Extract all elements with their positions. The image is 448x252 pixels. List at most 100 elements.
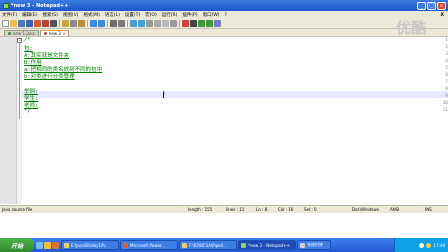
save-all-icon[interactable] [26,20,33,27]
status-eol: Dos\Windows [352,207,379,212]
code-line: b:对类进行分类管理 [24,74,75,80]
editor-area[interactable]: - 1 2 3 4 5 6 7 8 9 10 11 /* 包: A:其实就是文件… [0,36,448,204]
paste-icon[interactable] [78,20,85,27]
record-macro-icon[interactable] [182,20,189,27]
unsaved-icon [43,32,47,35]
window-controls: _ □ x [417,1,446,10]
menu-view[interactable]: 视图(V) [63,12,79,18]
volume-icon[interactable] [426,242,432,248]
taskbar-item-powerpoint[interactable]: Microsoft Power... [120,240,178,250]
close-button[interactable]: x [437,1,446,10]
status-encoding: ANSI [390,207,400,212]
start-button[interactable]: 开始 [0,238,34,252]
current-line-highlight [22,91,448,98]
indent-guide-icon[interactable] [170,20,177,27]
mouse-cursor-icon: I [163,90,165,97]
toolbar-separator [59,20,60,27]
print-icon[interactable] [50,20,57,27]
taskbar-item-notepad[interactable]: *new 3 - Notepad++ [238,240,296,250]
menu-edit[interactable]: 编辑(E) [22,12,37,18]
task-label: Microsoft Power... [130,242,166,248]
play-macro-icon[interactable] [198,20,205,27]
minimize-button[interactable]: _ [417,1,426,10]
show-desktop-icon[interactable] [36,241,43,249]
toolbar-separator [127,20,128,27]
menu-search[interactable]: 搜索(S) [42,12,57,18]
close-all-icon[interactable] [42,20,49,27]
title-bar: *new 3 - Notepad++ _ □ x [0,0,448,11]
zoom-out-icon[interactable] [138,20,145,27]
line-number: 4 [445,59,448,64]
status-filetype: Java source file [2,207,33,212]
open-file-icon[interactable] [10,20,17,27]
menu-file[interactable]: 文件(F) [2,12,17,18]
task-label: F:\02\BCSA\Pipeli... [189,242,227,248]
sync-scroll-icon[interactable] [146,20,153,27]
code-line: /* [24,37,31,43]
redo-icon[interactable] [98,20,105,27]
window-title: *new 3 - Notepad++ [11,2,69,9]
toolbar-separator [87,20,88,27]
find-icon[interactable] [110,20,117,27]
powerpoint-icon [123,242,128,248]
document-tabs: new 1.java new 3 x [0,29,448,36]
fold-guide [19,42,20,119]
undo-icon[interactable] [90,20,97,27]
line-number: 9 [445,94,448,99]
save-icon[interactable] [18,20,25,27]
new-file-icon[interactable] [2,20,9,27]
line-number: 5 [445,66,448,71]
stop-macro-icon[interactable] [190,20,197,27]
taskbar-item-explorer[interactable]: E:\JavaSE\day10\... [61,240,119,250]
tray-clock[interactable]: 17:49 [433,243,445,248]
folder-icon [182,242,187,248]
line-number: 11 [442,108,448,113]
menu-bar: 文件(F) 编辑(E) 搜索(S) 视图(V) 格式(M) 语言(L) 设置(T… [0,11,448,19]
menu-macro[interactable]: 宏(O) [145,12,157,18]
code-line: */ [24,108,31,114]
close-file-icon[interactable] [34,20,41,27]
run-macro-multiple-icon[interactable] [206,20,213,27]
menu-window[interactable]: 窗口(W) [203,12,220,18]
show-all-chars-icon[interactable] [162,20,169,27]
wrap-icon[interactable] [154,20,161,27]
status-col: Col : 16 [278,207,294,212]
media-icon[interactable] [52,241,59,249]
taskbar-item-folder[interactable]: F:\02\BCSA\Pipeli... [179,240,237,250]
toolbar-separator [179,20,180,27]
menu-help[interactable]: ? [225,13,227,18]
close-document-icon[interactable]: X [441,13,444,18]
maximize-button[interactable]: □ [427,1,436,10]
system-tray: 17:49 [394,238,448,252]
menu-format[interactable]: 格式(M) [83,12,99,18]
quick-launch [36,241,59,249]
menu-language[interactable]: 语言(L) [105,12,120,18]
network-icon[interactable] [419,242,425,248]
save-macro-icon[interactable] [214,20,221,27]
clock-app-icon [300,242,305,248]
status-sel: Sel : 0 [304,207,317,212]
status-mode: INS [425,207,432,212]
copy-icon[interactable] [70,20,77,27]
taskbar-item-clock[interactable]: 系统时钟 [297,240,331,250]
line-number-gutter [0,37,17,204]
line-number: 1 [445,38,448,43]
menu-settings[interactable]: 设置(T) [125,12,140,18]
replace-icon[interactable] [118,20,125,27]
saved-icon [8,32,11,35]
youku-watermark: 优酷 [396,19,427,37]
zoom-in-icon[interactable] [130,20,137,27]
toolbar-separator [107,20,108,27]
task-label: 系统时钟 [307,242,323,247]
menu-plugins[interactable]: 插件(P) [182,12,197,18]
task-label: E:\JavaSE\day10\... [71,242,109,248]
status-bar: Java source file length : 155 lines : 11… [0,205,448,213]
notepad-plus-plus-icon [241,242,246,248]
menu-run[interactable]: 运行(R) [162,12,178,18]
task-label: *new 3 - Notepad++ [248,242,290,248]
notepad-plus-plus-icon [3,2,9,9]
cut-icon[interactable] [62,20,69,27]
line-number: 6 [445,73,448,78]
browser-icon[interactable] [44,241,51,249]
line-number: 7 [445,80,448,85]
